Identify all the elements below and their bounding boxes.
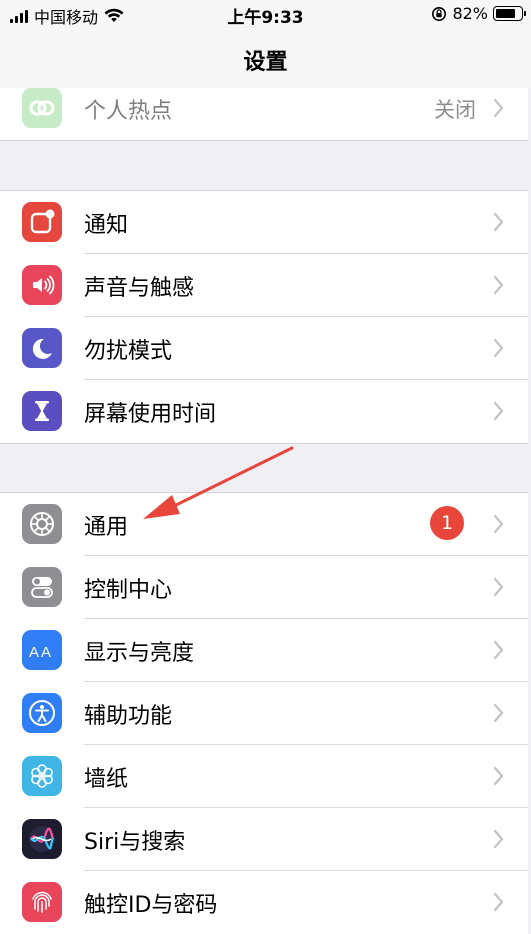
row-label: 控制中心 <box>84 577 173 603</box>
settings-row-display[interactable]: A A 显示与亮度 <box>0 619 528 682</box>
page-title: 设置 <box>243 50 288 75</box>
row-label: 个人热点 <box>84 98 173 124</box>
chevron-right-icon <box>493 766 504 786</box>
settings-group-1: 通知 声音与触感 勿扰模式 屏幕使用时间 <box>0 190 528 444</box>
battery-percent: 82% <box>452 4 488 23</box>
settings-row-general[interactable]: 通用 1 <box>0 493 528 556</box>
siri-icon <box>22 819 62 859</box>
row-label: 显示与亮度 <box>84 640 195 666</box>
chevron-right-icon <box>493 577 504 597</box>
chevron-right-icon <box>493 892 504 912</box>
row-label: Siri与搜索 <box>84 829 186 855</box>
orientation-lock-icon <box>432 6 447 21</box>
speaker-icon <box>22 265 62 305</box>
chevron-right-icon <box>493 829 504 849</box>
settings-row-wallpaper[interactable]: 墙纸 <box>0 745 528 808</box>
settings-group-2: 通用 1 控制中心 A A 显示与亮度 辅助功能 墙纸 Siri与搜索 触控ID… <box>0 492 528 934</box>
settings-row-notifications[interactable]: 通知 <box>0 191 528 254</box>
top-bar: 中国移动 上午9:33 82% 设置 <box>0 0 531 88</box>
row-label: 屏幕使用时间 <box>84 401 217 427</box>
chevron-right-icon <box>493 703 504 723</box>
chevron-right-icon <box>493 640 504 660</box>
update-badge: 1 <box>430 506 464 540</box>
settings-row-do-not-disturb[interactable]: 勿扰模式 <box>0 317 528 380</box>
settings-screen: 中国移动 上午9:33 82% 设置 个人热点 关闭 通知 声音与触感 勿扰模式… <box>0 0 531 934</box>
row-value: 关闭 <box>434 97 476 122</box>
chevron-right-icon <box>493 401 504 421</box>
row-label: 触控ID与密码 <box>84 892 218 918</box>
status-bar: 中国移动 上午9:33 82% <box>0 0 531 28</box>
hourglass-icon <box>22 391 62 431</box>
hotspot-icon <box>22 88 62 128</box>
row-label: 墙纸 <box>84 766 129 792</box>
settings-row-screen-time[interactable]: 屏幕使用时间 <box>0 380 528 443</box>
battery-icon <box>493 6 526 21</box>
settings-row-control-center[interactable]: 控制中心 <box>0 556 528 619</box>
row-label: 通用 <box>84 514 129 540</box>
chevron-right-icon <box>493 514 504 534</box>
svg-text:A: A <box>41 644 51 661</box>
svg-text:A: A <box>29 644 39 661</box>
settings-row-sounds[interactable]: 声音与触感 <box>0 254 528 317</box>
notification-icon <box>22 202 62 242</box>
moon-icon <box>22 328 62 368</box>
settings-row-accessibility[interactable]: 辅助功能 <box>0 682 528 745</box>
chevron-right-icon <box>493 212 504 232</box>
fingerprint-icon <box>22 882 62 922</box>
chevron-right-icon <box>493 98 504 118</box>
toggles-icon <box>22 567 62 607</box>
flower-icon <box>22 756 62 796</box>
row-label: 勿扰模式 <box>84 338 173 364</box>
accessibility-icon <box>22 693 62 733</box>
gear-icon <box>22 504 62 544</box>
row-label: 声音与触感 <box>84 275 195 301</box>
text-size-icon: A A <box>22 630 62 670</box>
chevron-right-icon <box>493 338 504 358</box>
row-label: 辅助功能 <box>84 703 173 729</box>
settings-row-touch-id[interactable]: 触控ID与密码 <box>0 871 528 934</box>
chevron-right-icon <box>493 275 504 295</box>
settings-row-siri[interactable]: Siri与搜索 <box>0 808 528 871</box>
row-label: 通知 <box>84 212 129 238</box>
